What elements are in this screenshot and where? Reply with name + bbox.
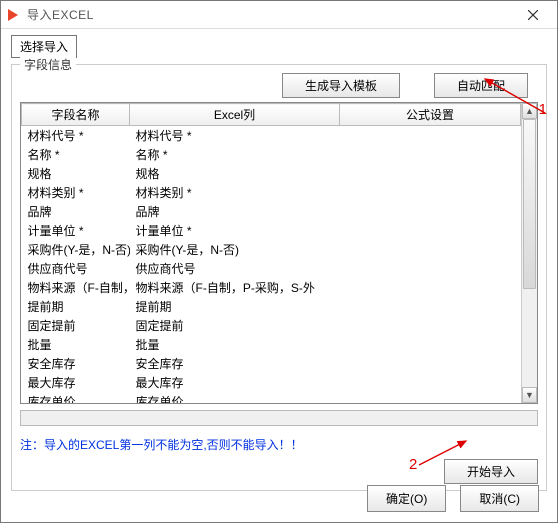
cell-excel-col[interactable]: 供应商代号 xyxy=(130,259,340,278)
generate-template-button[interactable]: 生成导入模板 xyxy=(282,73,400,98)
cell-formula[interactable] xyxy=(340,145,521,164)
cell-excel-col[interactable]: 材料类别 * xyxy=(130,183,340,202)
cell-formula[interactable] xyxy=(340,373,521,392)
table-row[interactable]: 规格规格 xyxy=(22,164,521,183)
cell-formula[interactable] xyxy=(340,126,521,146)
cell-field-name[interactable]: 名称 * xyxy=(22,145,130,164)
start-import-row: 开始导入 xyxy=(20,459,538,484)
cell-formula[interactable] xyxy=(340,221,521,240)
cell-field-name[interactable]: 固定提前 xyxy=(22,316,130,335)
close-icon xyxy=(528,10,538,20)
table-row[interactable]: 最大库存最大库存 xyxy=(22,373,521,392)
window-title: 导入EXCEL xyxy=(27,6,94,23)
cell-field-name[interactable]: 材料类别 * xyxy=(22,183,130,202)
horizontal-scrollbar[interactable] xyxy=(20,410,538,426)
cell-formula[interactable] xyxy=(340,335,521,354)
dialog-body: 选择导入 字段信息 生成导入模板 自动匹配 字段名称 Excel列 公式设置 xyxy=(1,29,557,497)
cell-excel-col[interactable]: 批量 xyxy=(130,335,340,354)
col-formula[interactable]: 公式设置 xyxy=(340,104,521,126)
scroll-down-icon[interactable]: ▼ xyxy=(522,387,537,403)
field-table-scroll: 字段名称 Excel列 公式设置 材料代号 *材料代号 *名称 *名称 *规格规… xyxy=(21,103,521,403)
cell-excel-col[interactable]: 库存单价 xyxy=(130,392,340,403)
cell-field-name[interactable]: 材料代号 * xyxy=(22,126,130,146)
scroll-thumb[interactable] xyxy=(523,119,536,289)
vertical-scrollbar[interactable]: ▲ ▼ xyxy=(521,103,537,403)
close-button[interactable] xyxy=(513,1,553,29)
scroll-up-icon[interactable]: ▲ xyxy=(522,103,537,119)
table-row[interactable]: 提前期提前期 xyxy=(22,297,521,316)
scroll-track[interactable] xyxy=(522,119,537,387)
app-logo-icon xyxy=(5,7,21,23)
cell-excel-col[interactable]: 材料代号 * xyxy=(130,126,340,146)
cell-excel-col[interactable]: 品牌 xyxy=(130,202,340,221)
cell-field-name[interactable]: 批量 xyxy=(22,335,130,354)
field-mapping-table: 字段名称 Excel列 公式设置 材料代号 *材料代号 *名称 *名称 *规格规… xyxy=(21,103,521,403)
table-row[interactable]: 库存单价库存单价 xyxy=(22,392,521,403)
cell-formula[interactable] xyxy=(340,278,521,297)
col-excel-col[interactable]: Excel列 xyxy=(130,104,340,126)
cell-field-name[interactable]: 物料来源（F-自制，P xyxy=(22,278,130,297)
table-row[interactable]: 名称 *名称 * xyxy=(22,145,521,164)
cell-field-name[interactable]: 库存单价 xyxy=(22,392,130,403)
cell-field-name[interactable]: 最大库存 xyxy=(22,373,130,392)
cell-formula[interactable] xyxy=(340,164,521,183)
cell-field-name[interactable]: 规格 xyxy=(22,164,130,183)
cell-field-name[interactable]: 计量单位 * xyxy=(22,221,130,240)
cell-excel-col[interactable]: 安全库存 xyxy=(130,354,340,373)
cell-formula[interactable] xyxy=(340,202,521,221)
auto-match-button[interactable]: 自动匹配 xyxy=(434,73,528,98)
table-row[interactable]: 计量单位 *计量单位 * xyxy=(22,221,521,240)
cell-excel-col[interactable]: 最大库存 xyxy=(130,373,340,392)
table-row[interactable]: 批量批量 xyxy=(22,335,521,354)
table-row[interactable]: 安全库存安全库存 xyxy=(22,354,521,373)
cell-field-name[interactable]: 提前期 xyxy=(22,297,130,316)
cell-field-name[interactable]: 采购件(Y-是，N-否) xyxy=(22,240,130,259)
cell-excel-col[interactable]: 名称 * xyxy=(130,145,340,164)
cell-formula[interactable] xyxy=(340,183,521,202)
field-info-actions: 生成导入模板 自动匹配 xyxy=(20,73,538,98)
ok-button[interactable]: 确定(O) xyxy=(367,485,446,512)
col-field-name[interactable]: 字段名称 xyxy=(22,104,130,126)
cell-field-name[interactable]: 品牌 xyxy=(22,202,130,221)
field-info-group: 字段信息 生成导入模板 自动匹配 字段名称 Excel列 公式设置 xyxy=(11,64,547,491)
table-row[interactable]: 固定提前固定提前 xyxy=(22,316,521,335)
cell-field-name[interactable]: 安全库存 xyxy=(22,354,130,373)
cell-formula[interactable] xyxy=(340,259,521,278)
select-import-button[interactable]: 选择导入 xyxy=(11,35,77,58)
cell-formula[interactable] xyxy=(340,240,521,259)
table-row[interactable]: 品牌品牌 xyxy=(22,202,521,221)
cell-formula[interactable] xyxy=(340,354,521,373)
table-row[interactable]: 采购件(Y-是，N-否)采购件(Y-是，N-否) xyxy=(22,240,521,259)
cell-excel-col[interactable]: 物料来源（F-自制，P-采购，S-外 xyxy=(130,278,340,297)
cell-excel-col[interactable]: 固定提前 xyxy=(130,316,340,335)
cell-excel-col[interactable]: 采购件(Y-是，N-否) xyxy=(130,240,340,259)
table-row[interactable]: 供应商代号供应商代号 xyxy=(22,259,521,278)
cell-field-name[interactable]: 供应商代号 xyxy=(22,259,130,278)
table-header-row: 字段名称 Excel列 公式设置 xyxy=(22,104,521,126)
import-note: 注：导入的EXCEL第一列不能为空,否则不能导入！！ xyxy=(20,434,538,455)
table-row[interactable]: 材料代号 *材料代号 * xyxy=(22,126,521,146)
table-body: 材料代号 *材料代号 *名称 *名称 *规格规格材料类别 *材料类别 *品牌品牌… xyxy=(22,126,521,404)
table-row[interactable]: 物料来源（F-自制，P物料来源（F-自制，P-采购，S-外 xyxy=(22,278,521,297)
start-import-button[interactable]: 开始导入 xyxy=(444,459,538,484)
dialog-buttons: 确定(O) 取消(C) xyxy=(367,485,539,512)
cell-excel-col[interactable]: 提前期 xyxy=(130,297,340,316)
field-table-wrap: 字段名称 Excel列 公式设置 材料代号 *材料代号 *名称 *名称 *规格规… xyxy=(20,102,538,404)
titlebar: 导入EXCEL xyxy=(1,1,557,29)
cell-formula[interactable] xyxy=(340,316,521,335)
table-row[interactable]: 材料类别 *材料类别 * xyxy=(22,183,521,202)
cell-formula[interactable] xyxy=(340,392,521,403)
cell-excel-col[interactable]: 规格 xyxy=(130,164,340,183)
cell-excel-col[interactable]: 计量单位 * xyxy=(130,221,340,240)
cancel-button[interactable]: 取消(C) xyxy=(460,485,539,512)
import-excel-dialog: 导入EXCEL 选择导入 字段信息 生成导入模板 自动匹配 字段名称 xyxy=(0,0,558,523)
cell-formula[interactable] xyxy=(340,297,521,316)
field-info-legend: 字段信息 xyxy=(20,56,76,73)
